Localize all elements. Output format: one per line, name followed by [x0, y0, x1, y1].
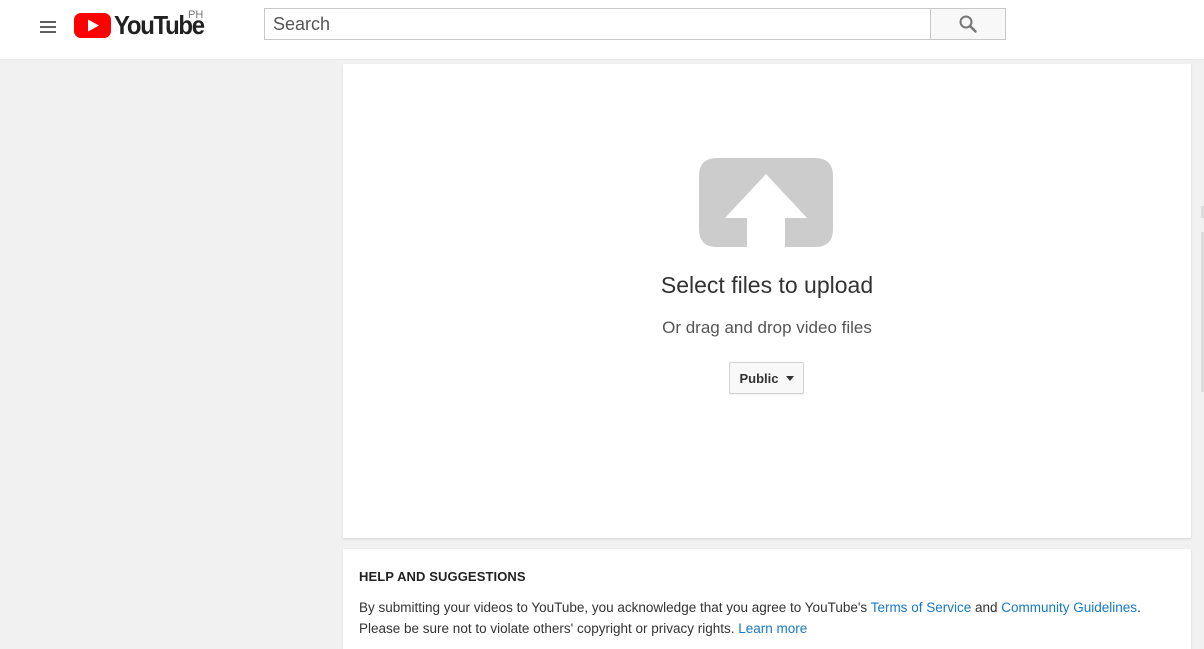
help-panel: HELP AND SUGGESTIONS By submitting your …	[343, 549, 1191, 649]
upload-panel[interactable]: Select files to upload Or drag and drop …	[343, 64, 1191, 538]
help-text-segment: By submitting your videos to YouTube, yo…	[359, 600, 871, 615]
privacy-dropdown-button[interactable]: Public	[729, 362, 804, 394]
logo-region-code: PH	[188, 9, 204, 21]
terms-of-service-link[interactable]: Terms of Service	[871, 600, 972, 615]
caret-down-icon	[785, 376, 794, 381]
upload-title[interactable]: Select files to upload	[343, 272, 1191, 299]
search-icon	[959, 15, 977, 33]
search-input[interactable]	[264, 8, 931, 40]
upload-subtitle: Or drag and drop video files	[662, 318, 872, 337]
help-text-segment: .	[1137, 600, 1141, 615]
learn-more-link[interactable]: Learn more	[738, 621, 807, 636]
upload-arrow-icon[interactable]	[699, 158, 833, 247]
community-guidelines-link[interactable]: Community Guidelines	[1001, 600, 1137, 615]
search-button[interactable]	[930, 8, 1006, 40]
help-text-segment: and	[971, 600, 1002, 615]
privacy-label: Public	[739, 370, 779, 386]
hamburger-menu-icon[interactable]	[40, 18, 58, 34]
youtube-play-icon	[74, 12, 111, 38]
search-bar	[264, 8, 1006, 40]
help-text: By submitting your videos to YouTube, yo…	[359, 597, 1179, 639]
help-title: HELP AND SUGGESTIONS	[359, 569, 526, 584]
help-text-segment: Please be sure not to violate others' co…	[359, 621, 739, 636]
youtube-logo[interactable]: YouTube PH	[74, 9, 212, 40]
masthead: YouTube PH	[0, 0, 1204, 60]
